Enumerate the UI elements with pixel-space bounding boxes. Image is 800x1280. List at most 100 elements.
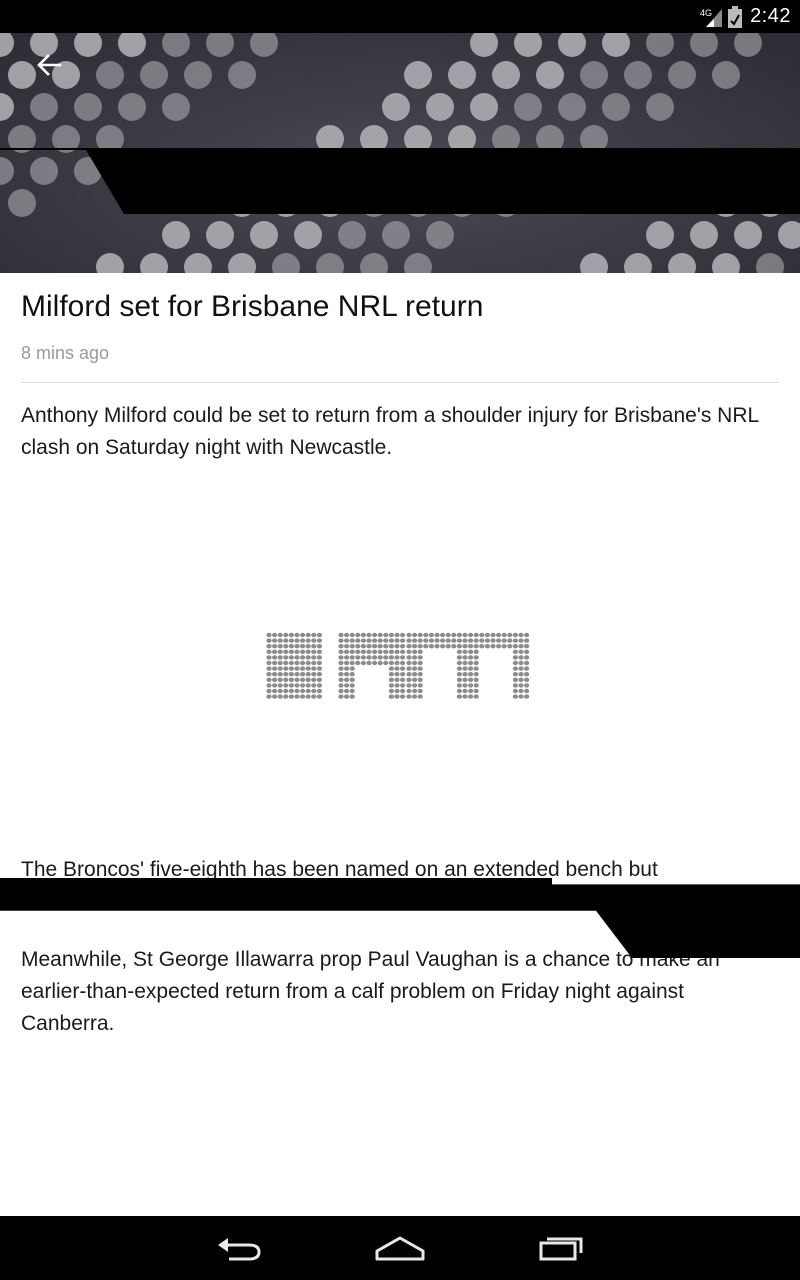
logo-dot [360,632,366,638]
header-dot [140,253,168,273]
logo-dot [283,683,289,688]
logo-dot [288,666,294,671]
logo-dot [412,644,418,649]
logo-dot [394,655,400,660]
logo-dot [462,683,468,688]
header-dot [778,221,800,249]
logo-dot [277,638,283,643]
logo-dot [412,672,418,677]
header-dot [162,33,190,57]
logo-dot [473,694,479,699]
logo-dot [524,632,530,638]
logo-dot [406,677,412,682]
logo-dot [366,632,372,638]
logo-dot [383,632,389,638]
logo-dot [316,644,322,649]
logo-dot [388,694,394,699]
logo-dot [456,660,462,666]
logo-dot [300,677,306,682]
logo-dot [445,644,451,649]
logo-dot [484,644,490,649]
header-dot [382,93,410,121]
header-dot [30,157,58,185]
logo-dot [501,638,507,643]
logo-dot [272,683,278,688]
logo-dot [484,632,490,638]
logo-dot [383,660,389,666]
logo-dot [412,683,418,688]
logo-dot [383,655,389,660]
logo-dot [394,660,400,666]
logo-dot [400,666,406,671]
logo-dot [484,638,490,643]
header-dot [206,33,234,57]
logo-dot [283,672,289,677]
logo-dot [394,632,400,638]
article-timestamp: 8 mins ago [21,343,110,363]
logo-dot [524,649,530,654]
ism-logo-graphic [266,632,530,699]
header-dot [184,253,212,273]
logo-dot [383,644,389,649]
logo-dot [417,649,423,654]
logo-dot [400,694,406,699]
logo-dot [277,666,283,671]
header-dot [294,221,322,249]
logo-dot [434,644,440,649]
logo-dot [288,694,294,699]
logo-dot [344,644,350,649]
logo-dot [518,649,524,654]
logo-dot [300,638,306,643]
header-dot [74,93,102,121]
logo-dot [288,677,294,682]
header-dot [756,253,784,273]
logo-dot [372,655,378,660]
logo-dot [300,660,306,666]
logo-dot [311,638,317,643]
logo-dot [266,688,272,694]
nav-back-button[interactable] [211,1228,267,1268]
logo-dot [305,655,311,660]
logo-dot [490,644,496,649]
logo-dot [366,660,372,666]
logo-dot [406,660,412,666]
header-dot [690,33,718,57]
header-dot [580,61,608,89]
logo-dot [305,688,311,694]
logo-dot [423,644,429,649]
logo-dot [388,683,394,688]
logo-dot [524,666,530,671]
logo-dot [428,644,434,649]
logo-dot [462,672,468,677]
logo-dot [272,644,278,649]
logo-dot [512,649,518,654]
logo-dot [366,649,372,654]
header-dot [74,33,102,57]
logo-dot [512,660,518,666]
logo-dot [272,660,278,666]
logo-dot [406,688,412,694]
nav-home-button[interactable] [372,1228,428,1268]
logo-dot [456,655,462,660]
logo-dot [524,672,530,677]
logo-dot [462,649,468,654]
logo-dot [300,694,306,699]
header-dot [470,93,498,121]
logo-dot [305,644,311,649]
logo-dot [272,655,278,660]
logo-dot [305,677,311,682]
back-button[interactable] [24,45,74,85]
nav-recents-button[interactable] [533,1228,589,1268]
logo-dot [394,638,400,643]
logo-dot [501,644,507,649]
logo-dot [417,632,423,638]
logo-dot [288,683,294,688]
header-dot [668,253,696,273]
logo-dot [294,638,300,643]
logo-dot [294,632,300,638]
logo-dot [518,660,524,666]
logo-dot [283,694,289,699]
logo-dot [428,638,434,643]
logo-dot [349,683,355,688]
logo-dot [377,660,383,666]
